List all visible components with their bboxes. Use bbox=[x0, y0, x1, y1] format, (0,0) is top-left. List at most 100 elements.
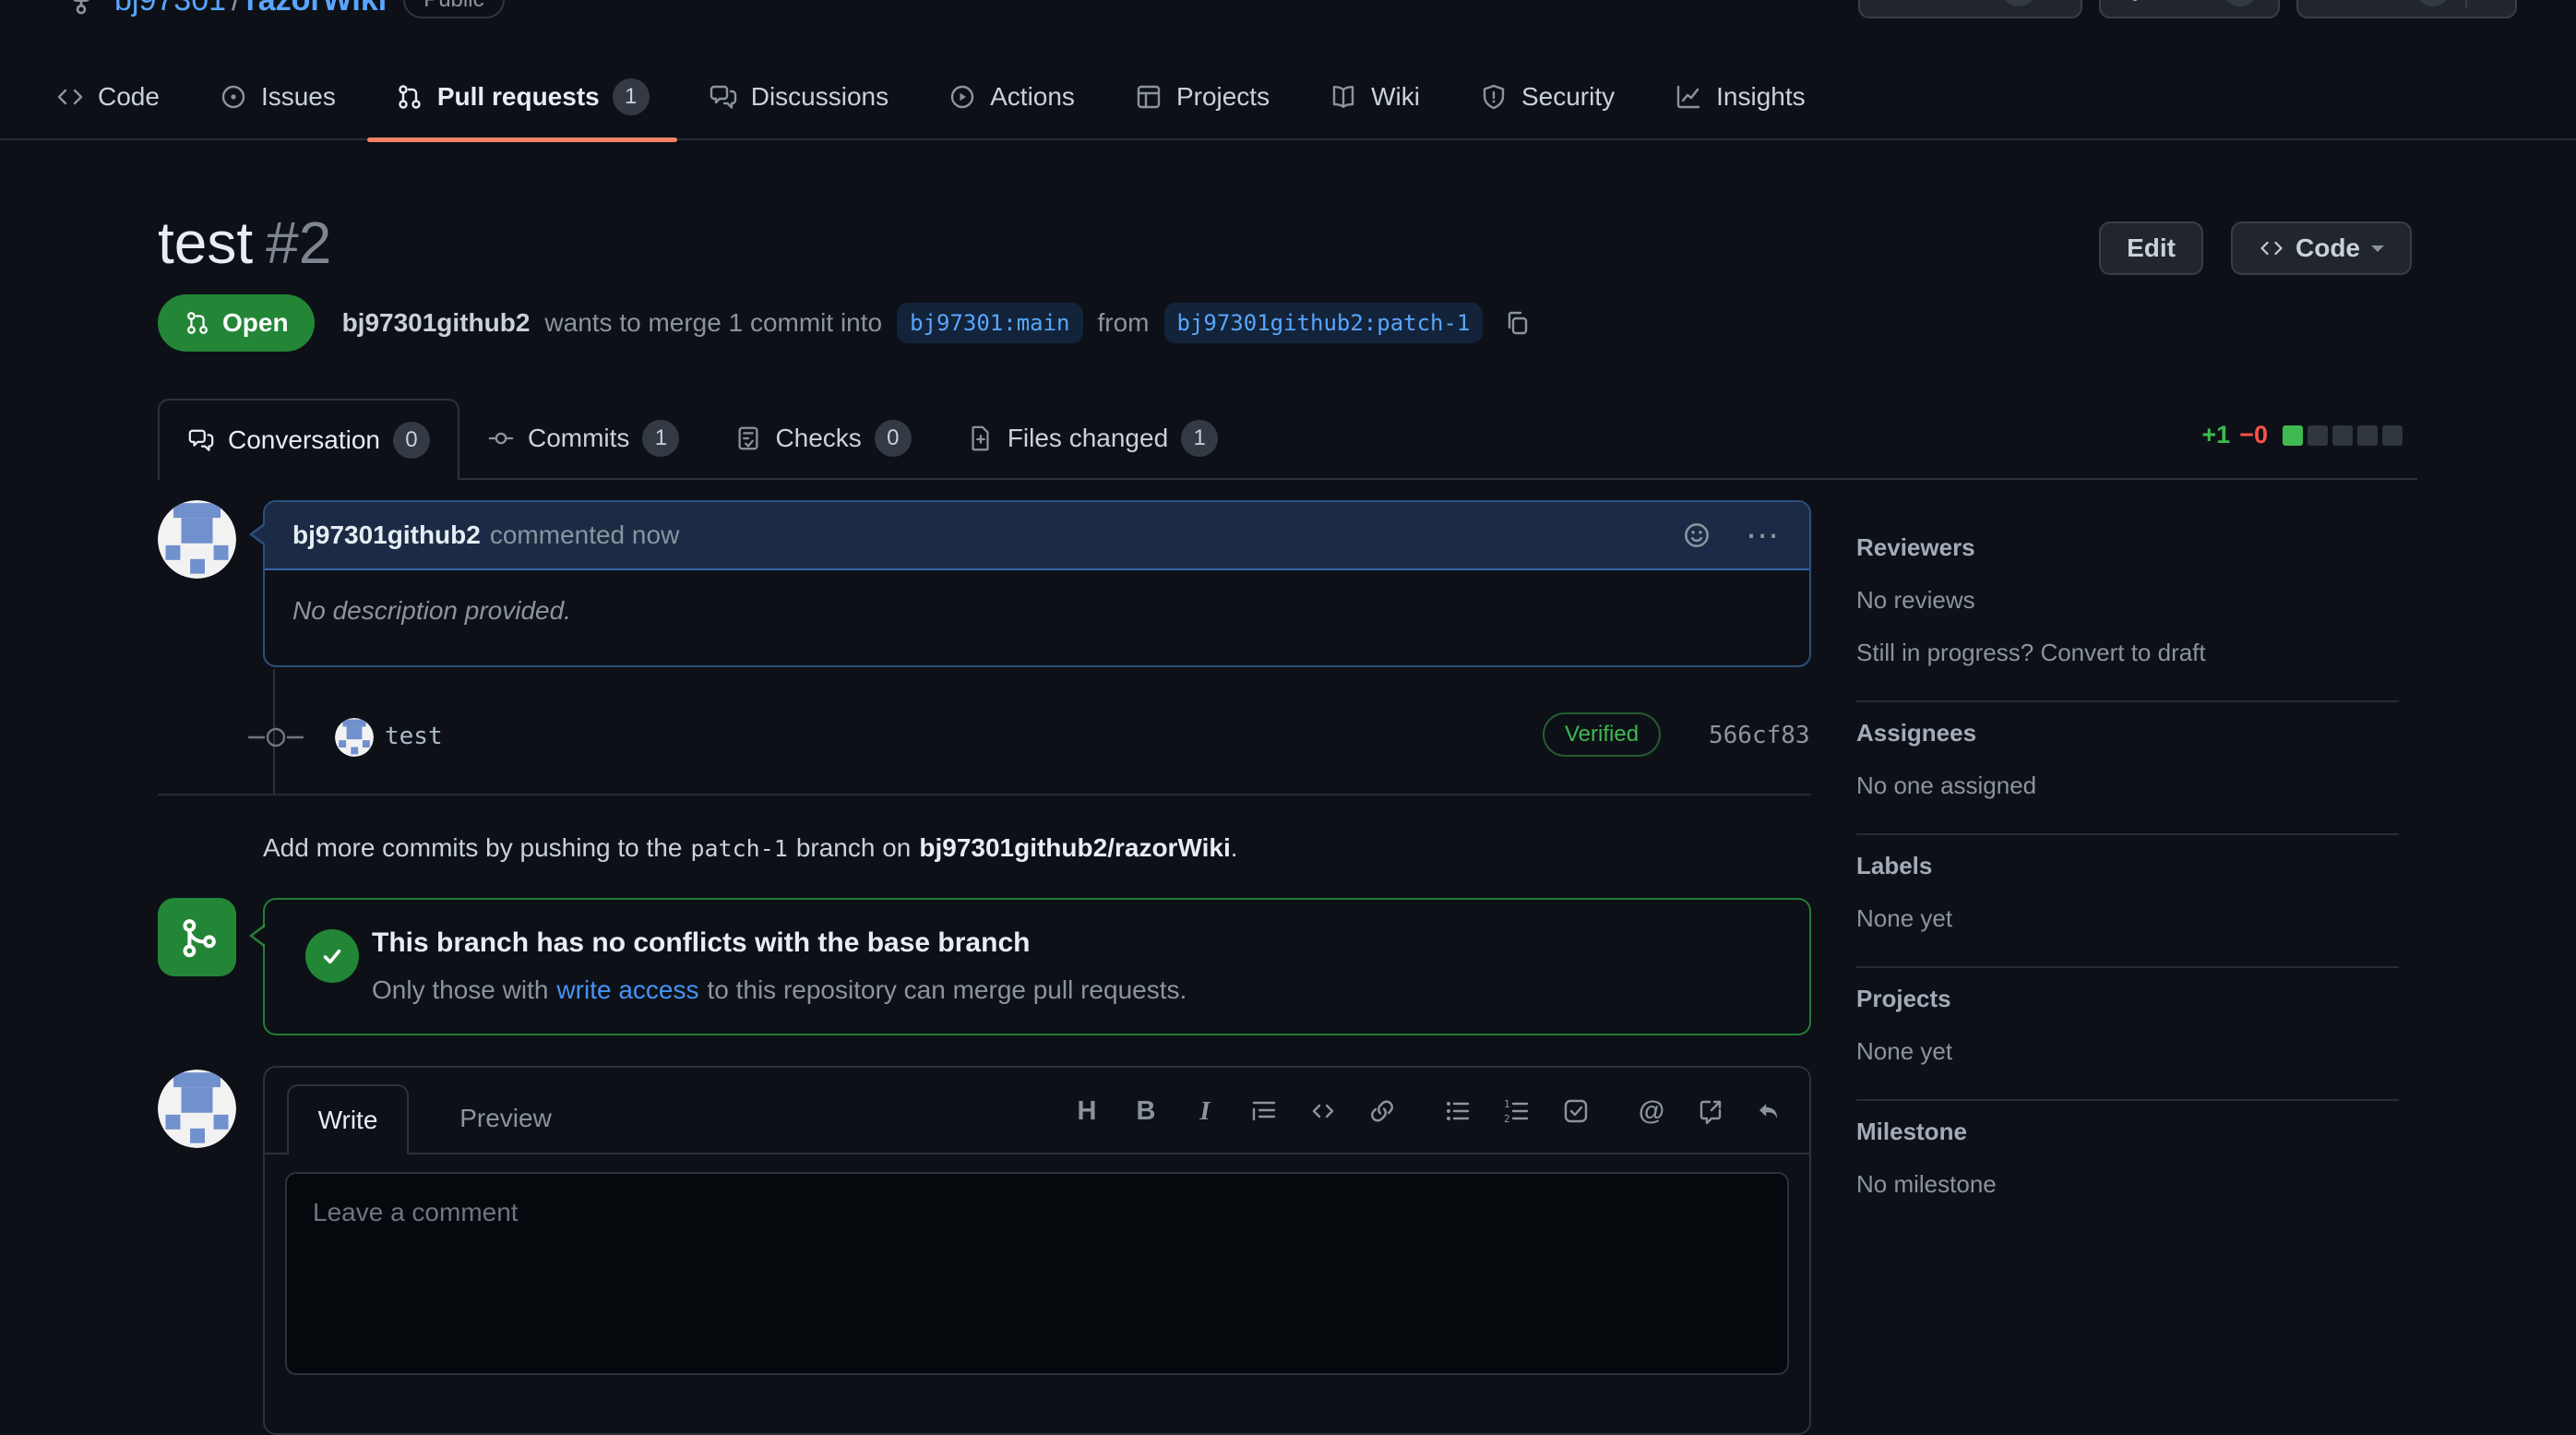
repo-forked-icon bbox=[65, 0, 98, 17]
editor-header: Write Preview H B I 12 @ bbox=[265, 1068, 1809, 1154]
code-icon[interactable] bbox=[1307, 1095, 1339, 1127]
base-branch-label[interactable]: bj97301:main bbox=[897, 303, 1082, 343]
add-reaction-button[interactable] bbox=[1681, 520, 1712, 551]
comment-discussion-icon bbox=[187, 426, 215, 454]
sidebar-section-milestone: Milestone No milestone bbox=[1856, 1101, 2399, 1232]
edit-button[interactable]: Edit bbox=[2099, 221, 2203, 275]
code-dropdown-button[interactable]: Code bbox=[2231, 221, 2412, 275]
tab-count: 0 bbox=[875, 420, 912, 457]
cross-reference-icon[interactable] bbox=[1695, 1095, 1726, 1127]
commit-sha-link[interactable]: 566cf83 bbox=[1709, 722, 1810, 749]
tab-conversation[interactable]: Conversation 0 bbox=[158, 399, 459, 480]
table-icon bbox=[1134, 82, 1163, 112]
diffstat-squares bbox=[2283, 425, 2403, 446]
nav-tab-pull-requests[interactable]: Pull requests 1 bbox=[365, 54, 679, 139]
labels-empty: None yet bbox=[1856, 904, 2399, 933]
head-branch-label[interactable]: bj97301github2:patch-1 bbox=[1164, 303, 1484, 343]
pr-title-text: test bbox=[158, 209, 253, 276]
fork-button[interactable]: Fork 1 bbox=[2099, 0, 2280, 18]
commit-author-avatar[interactable] bbox=[335, 718, 374, 757]
eye-icon bbox=[1880, 0, 1908, 3]
git-merge-icon bbox=[176, 916, 219, 959]
quote-icon[interactable] bbox=[1248, 1095, 1280, 1127]
mention-icon[interactable]: @ bbox=[1636, 1095, 1667, 1127]
saved-replies-button[interactable] bbox=[1754, 1096, 1783, 1126]
nav-tab-wiki[interactable]: Wiki bbox=[1299, 54, 1449, 139]
watch-button[interactable]: Watch 1 bbox=[1858, 0, 2082, 18]
unordered-list-icon[interactable] bbox=[1442, 1095, 1473, 1127]
svg-text:1: 1 bbox=[1504, 1098, 1510, 1110]
copy-branch-button[interactable] bbox=[1503, 308, 1532, 338]
nav-tab-label: Pull requests bbox=[437, 82, 600, 112]
watch-label: Watch bbox=[1919, 0, 1990, 4]
pull-requests-count: 1 bbox=[613, 78, 650, 115]
write-tab[interactable]: Write bbox=[287, 1084, 409, 1154]
ordered-list-icon[interactable]: 12 bbox=[1501, 1095, 1532, 1127]
copy-icon bbox=[1503, 308, 1532, 338]
star-button[interactable]: Star 0 bbox=[2296, 0, 2517, 18]
italic-icon[interactable]: I bbox=[1189, 1095, 1221, 1127]
git-pull-request-icon bbox=[184, 309, 211, 337]
repo-owner-link[interactable]: bj97301 bbox=[114, 0, 226, 18]
reviewers-title[interactable]: Reviewers bbox=[1856, 533, 2399, 562]
kebab-menu-button[interactable]: ⋯ bbox=[1746, 516, 1782, 555]
pr-meta-text: wants to merge 1 commit into bbox=[544, 308, 882, 338]
fork-icon bbox=[2121, 0, 2149, 3]
repo-nav: Code Issues Pull requests 1 Discussions … bbox=[0, 55, 2576, 140]
write-access-link[interactable]: write access bbox=[556, 975, 698, 1005]
graph-icon bbox=[1674, 82, 1703, 112]
nav-tab-insights[interactable]: Insights bbox=[1644, 54, 1835, 139]
repo-name-link[interactable]: razorWiki bbox=[245, 0, 387, 18]
tab-files-changed[interactable]: Files changed 1 bbox=[939, 399, 1246, 478]
diffstat[interactable]: +1 −0 bbox=[2201, 421, 2403, 449]
nav-tab-issues[interactable]: Issues bbox=[189, 54, 365, 139]
milestone-title[interactable]: Milestone bbox=[1856, 1118, 2399, 1146]
merge-sub-prefix: Only those with bbox=[372, 975, 548, 1005]
preview-tab[interactable]: Preview bbox=[446, 1084, 566, 1153]
heading-icon[interactable]: H bbox=[1071, 1095, 1103, 1127]
comment-editor: Write Preview H B I 12 @ bbox=[263, 1066, 1811, 1435]
fork-count: 1 bbox=[2223, 0, 2258, 6]
tab-label: Files changed bbox=[1008, 424, 1168, 453]
comment-timestamp[interactable]: now bbox=[632, 520, 679, 549]
code-icon bbox=[55, 82, 85, 112]
svg-text:2: 2 bbox=[1504, 1113, 1510, 1125]
sidebar-section-labels: Labels None yet bbox=[1856, 835, 2399, 968]
link-icon[interactable] bbox=[1366, 1095, 1398, 1127]
nav-tab-projects[interactable]: Projects bbox=[1104, 54, 1299, 139]
merge-box-caret-fill bbox=[253, 926, 267, 946]
milestone-empty: No milestone bbox=[1856, 1170, 2399, 1199]
current-user-avatar[interactable] bbox=[158, 1070, 236, 1148]
labels-title[interactable]: Labels bbox=[1856, 852, 2399, 880]
task-list-icon[interactable] bbox=[1560, 1095, 1592, 1127]
push-note: Add more commits by pushing to the patch… bbox=[263, 833, 1238, 863]
git-pull-request-icon bbox=[395, 82, 424, 112]
assignees-title[interactable]: Assignees bbox=[1856, 719, 2399, 747]
comment-author-avatar[interactable] bbox=[158, 500, 236, 579]
projects-title[interactable]: Projects bbox=[1856, 985, 2399, 1013]
commit-message-link[interactable]: test bbox=[385, 723, 443, 750]
diffstat-deletions: −0 bbox=[2239, 421, 2268, 449]
git-commit-icon bbox=[487, 425, 515, 452]
nav-tab-label: Projects bbox=[1176, 82, 1270, 112]
star-count: 0 bbox=[2415, 0, 2451, 6]
star-label: Star bbox=[2357, 0, 2404, 4]
chevron-down-icon bbox=[2371, 245, 2384, 258]
merge-status-icon-box bbox=[158, 898, 236, 976]
tab-count: 1 bbox=[642, 420, 679, 457]
tab-checks[interactable]: Checks 0 bbox=[707, 399, 938, 478]
comment-textarea[interactable] bbox=[285, 1172, 1789, 1375]
merge-status-box: This branch has no conflicts with the ba… bbox=[263, 898, 1811, 1035]
nav-tab-discussions[interactable]: Discussions bbox=[679, 54, 918, 139]
bold-icon[interactable]: B bbox=[1130, 1095, 1162, 1127]
comment-author-link[interactable]: bj97301github2 bbox=[292, 520, 481, 550]
convert-to-draft-link[interactable]: Convert to draft bbox=[2040, 639, 2205, 666]
repo-actions: Watch 1 Fork 1 Star 0 bbox=[1858, 0, 2517, 18]
pr-author-link[interactable]: bj97301github2 bbox=[342, 308, 531, 338]
tab-commits[interactable]: Commits 1 bbox=[459, 399, 707, 478]
nav-tab-code[interactable]: Code bbox=[26, 54, 189, 139]
nav-tab-security[interactable]: Security bbox=[1449, 54, 1644, 139]
tab-label: Commits bbox=[528, 424, 629, 453]
nav-tab-actions[interactable]: Actions bbox=[918, 54, 1104, 139]
pr-sidebar: Reviewers No reviews Still in progress? … bbox=[1856, 517, 2399, 1232]
